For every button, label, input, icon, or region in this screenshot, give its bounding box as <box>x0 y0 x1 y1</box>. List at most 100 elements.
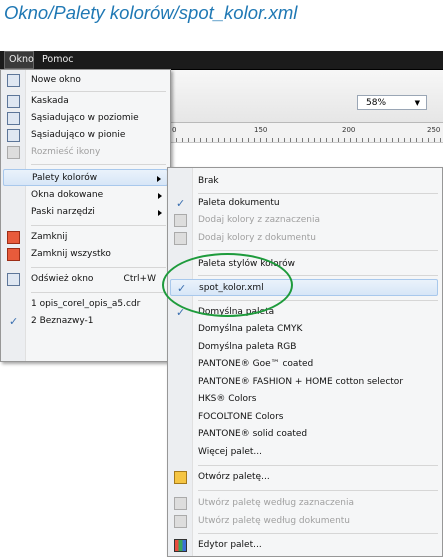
menu-item-label: 1 opis_corel_opis_a5.cdr <box>31 299 141 309</box>
menu-item-label: Sąsiadująco w pionie <box>31 130 126 140</box>
menu-item-okna-dokowane[interactable]: Okna dokowane <box>3 187 168 204</box>
ruler-label: 150 <box>254 126 268 134</box>
menu-item-label: Edytor palet... <box>198 540 262 550</box>
menu-item-label: Utwórz paletę według zaznaczenia <box>198 498 355 508</box>
submenu-arrow-icon <box>157 176 161 182</box>
menu-item-zamknij-wszystko[interactable]: Zamknij wszystko <box>3 246 168 263</box>
menu-item-palety-kolorow[interactable]: Palety kolorów <box>3 169 168 186</box>
menu-item-otworz-palete[interactable]: Otwórz paletę... <box>170 469 438 486</box>
menu-separator <box>31 91 166 92</box>
menu-item-paski-narzedzi[interactable]: Paski narzędzi <box>3 204 168 221</box>
menu-item-sasiadujaco-pionie[interactable]: Sąsiadująco w pionie <box>3 127 168 144</box>
add-selection-colors-icon <box>174 214 187 227</box>
menu-separator <box>31 267 166 268</box>
create-from-document-icon <box>174 515 187 528</box>
menu-item-label: Rozmieść ikony <box>31 147 101 157</box>
menu-item-paleta-dokumentu[interactable]: ✓ Paleta dokumentu <box>170 195 438 212</box>
menu-item-spot-kolor[interactable]: ✓ spot_kolor.xml <box>170 279 438 296</box>
page-title: Okno/Palety kolorów/spot_kolor.xml <box>4 2 298 23</box>
menu-item-domyslna-paleta[interactable]: ✓ Domyślna paleta <box>170 304 438 321</box>
menu-item-label: Brak <box>198 176 219 186</box>
menu-separator <box>31 164 166 165</box>
checkmark-icon: ✓ <box>177 282 187 295</box>
menu-separator <box>198 533 438 534</box>
zoom-value: 58% <box>366 98 387 108</box>
ruler-label: 0 <box>172 126 177 134</box>
menu-separator <box>31 292 166 293</box>
menu-item-label: PANTONE® FASHION + HOME cotton selector <box>198 377 404 387</box>
menu-item-label: FOCOLTONE Colors <box>198 412 284 422</box>
ruler-label: 250 <box>427 126 441 134</box>
menu-separator <box>198 465 438 466</box>
menu-item-rozmiesc-ikony: Rozmieść ikony <box>3 144 168 161</box>
checkmark-icon: ✓ <box>176 197 186 210</box>
menu-item-label: Sąsiadująco w poziomie <box>31 113 139 123</box>
checkmark-icon: ✓ <box>9 315 19 328</box>
menu-item-utworz-wg-zaznaczenia: Utwórz paletę według zaznaczenia <box>170 495 438 512</box>
menu-separator <box>198 193 438 194</box>
menu-separator <box>31 225 166 226</box>
menu-item-label: Paski narzędzi <box>31 207 95 217</box>
refresh-window-icon <box>7 273 20 286</box>
chevron-down-icon: ▼ <box>414 99 420 107</box>
new-window-icon <box>7 74 20 87</box>
menu-item-edytor-palet[interactable]: Edytor palet... <box>170 537 438 554</box>
zoom-select[interactable]: 58% ▼ <box>357 95 427 110</box>
menu-item-label: Domyślna paleta <box>198 307 275 317</box>
menu-item-nowe-okno[interactable]: Nowe okno <box>3 72 168 89</box>
menu-separator <box>198 490 438 491</box>
menu-item-label: Odśwież okno <box>31 274 94 284</box>
ruler-ticks <box>170 138 443 142</box>
menu-item-focoltone[interactable]: FOCOLTONE Colors <box>170 409 438 426</box>
menu-item-hks[interactable]: HKS® Colors <box>170 391 438 408</box>
menu-item-dodaj-z-zaznaczenia: Dodaj kolory z zaznaczenia <box>170 212 438 229</box>
menu-separator <box>198 275 438 276</box>
menu-item-label: Dodaj kolory z zaznaczenia <box>198 215 321 225</box>
menu-okno[interactable]: Okno <box>4 51 34 69</box>
menu-item-zamknij[interactable]: Zamknij <box>3 229 168 246</box>
close-window-icon <box>7 231 20 244</box>
menu-item-recent-file-2[interactable]: ✓ 2 Beznazwy-1 <box>3 313 168 330</box>
menu-item-kaskada[interactable]: Kaskada <box>3 93 168 110</box>
menu-item-pantone-goe[interactable]: PANTONE® Goe™ coated <box>170 356 438 373</box>
menu-item-label: Kaskada <box>31 96 69 106</box>
palette-editor-icon <box>174 539 187 552</box>
arrange-icons-icon <box>7 146 20 159</box>
menu-item-shortcut: Ctrl+W <box>123 274 156 284</box>
menu-item-label: HKS® Colors <box>198 394 257 404</box>
menu-item-paleta-stylow[interactable]: Paleta stylów kolorów <box>170 256 438 273</box>
menu-item-recent-file-1[interactable]: 1 opis_corel_opis_a5.cdr <box>3 296 168 313</box>
menu-item-pantone-fashion[interactable]: PANTONE® FASHION + HOME cotton selector <box>170 374 438 391</box>
menu-item-pantone-solid[interactable]: PANTONE® solid coated <box>170 426 438 443</box>
menu-item-label: Dodaj kolory z dokumentu <box>198 233 317 243</box>
menu-item-domyslna-rgb[interactable]: Domyślna paleta RGB <box>170 339 438 356</box>
tile-horizontal-icon <box>7 112 20 125</box>
checkmark-icon: ✓ <box>176 306 186 319</box>
menu-item-label: Domyślna paleta CMYK <box>198 324 303 334</box>
add-document-colors-icon <box>174 232 187 245</box>
menu-item-label: Zamknij wszystko <box>31 249 111 259</box>
menu-item-domyslna-cmyk[interactable]: Domyślna paleta CMYK <box>170 321 438 338</box>
menu-item-sasiadujaco-poziomie[interactable]: Sąsiadująco w poziomie <box>3 110 168 127</box>
menu-item-wiecej-palet[interactable]: Więcej palet... <box>170 444 438 461</box>
menu-item-label: Domyślna paleta RGB <box>198 342 297 352</box>
menu-item-odswiez-okno[interactable]: Odśwież okno Ctrl+W <box>3 271 168 288</box>
menu-separator <box>198 300 438 301</box>
menu-item-label: Więcej palet... <box>198 447 262 457</box>
ruler-label: 200 <box>342 126 356 134</box>
create-from-selection-icon <box>174 497 187 510</box>
close-all-icon <box>7 248 20 261</box>
submenu-arrow-icon <box>158 210 162 216</box>
cascade-icon <box>7 95 20 108</box>
menu-item-label: PANTONE® Goe™ coated <box>198 359 314 369</box>
menu-item-label: Paleta dokumentu <box>198 198 280 208</box>
menu-item-label: PANTONE® solid coated <box>198 429 308 439</box>
menu-pomoc[interactable]: Pomoc <box>42 51 74 69</box>
menu-item-brak[interactable]: Brak <box>170 173 438 190</box>
menu-item-label: Palety kolorów <box>32 173 98 183</box>
palety-kolorow-submenu: Brak ✓ Paleta dokumentu Dodaj kolory z z… <box>167 167 443 557</box>
menu-item-label: Nowe okno <box>31 75 81 85</box>
open-palette-icon <box>174 471 187 484</box>
submenu-arrow-icon <box>158 193 162 199</box>
horizontal-ruler: 0 150 200 250 <box>170 123 443 143</box>
